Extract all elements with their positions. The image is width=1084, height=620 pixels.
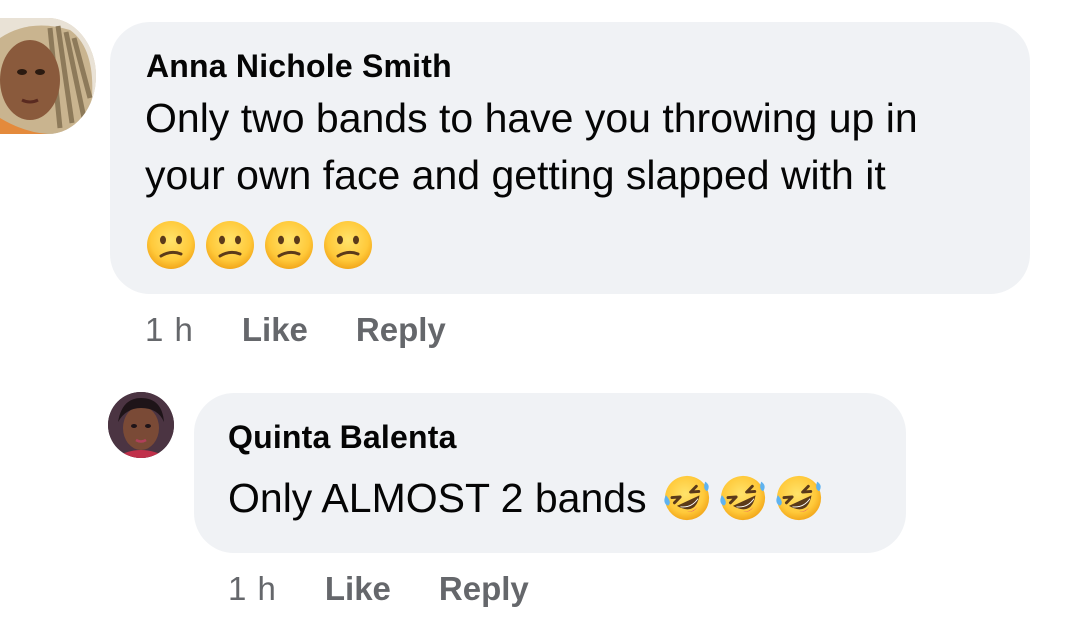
confused-face-icon	[146, 220, 196, 270]
timestamp[interactable]: 1 h	[228, 570, 277, 608]
rolling-on-floor-laughing-icon	[775, 474, 823, 522]
comment-text-line: your own face and getting slapped with i…	[145, 152, 886, 198]
comment-actions: 1 h Like Reply	[145, 311, 446, 349]
confused-face-icon	[264, 220, 314, 270]
timestamp[interactable]: 1 h	[145, 311, 194, 349]
confused-face-icon	[205, 220, 255, 270]
comment-bubble[interactable]: Anna Nichole Smith Only two bands to hav…	[110, 22, 1030, 294]
like-button[interactable]: Like	[325, 570, 391, 608]
comment-text: Only two bands to have you throwing up i…	[145, 90, 918, 204]
reply-button[interactable]: Reply	[439, 570, 529, 608]
comment-bubble[interactable]: Quinta Balenta Only ALMOST 2 bands	[194, 393, 906, 553]
comment-actions: 1 h Like Reply	[228, 570, 529, 608]
comment-text-line: Only ALMOST 2 bands	[228, 475, 647, 521]
like-button[interactable]: Like	[242, 311, 308, 349]
comment-thread: Anna Nichole Smith Only two bands to hav…	[0, 0, 1084, 620]
comment-text-line: Only two bands to have you throwing up i…	[145, 95, 918, 141]
confused-face-icon	[323, 220, 373, 270]
reply-button[interactable]: Reply	[356, 311, 446, 349]
rolling-on-floor-laughing-icon	[719, 474, 767, 522]
comment-text: Only ALMOST 2 bands	[228, 473, 823, 523]
rolling-on-floor-laughing-icon	[663, 474, 711, 522]
comment-author[interactable]: Anna Nichole Smith	[146, 48, 452, 85]
emoji-row	[146, 220, 373, 270]
avatar[interactable]	[108, 392, 174, 458]
avatar[interactable]	[0, 18, 96, 134]
comment-author[interactable]: Quinta Balenta	[228, 419, 457, 456]
emoji-row	[663, 474, 823, 522]
